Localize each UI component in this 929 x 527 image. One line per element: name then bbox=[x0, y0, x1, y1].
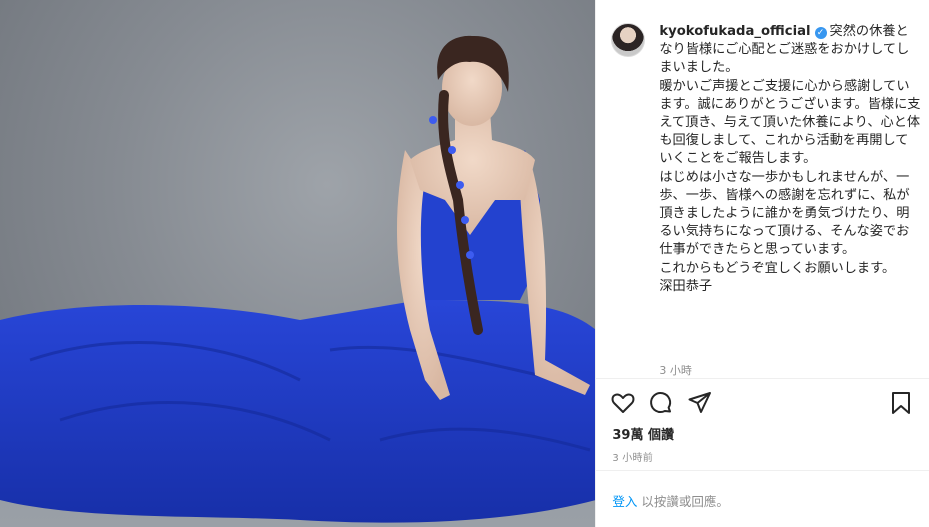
paper-plane-icon[interactable] bbox=[687, 390, 713, 416]
avatar[interactable] bbox=[611, 23, 646, 57]
divider bbox=[596, 378, 929, 379]
comment-icon[interactable] bbox=[648, 390, 674, 416]
photo-illustration bbox=[0, 35, 596, 523]
login-prompt-text: 以按讚或回應。 bbox=[637, 494, 729, 509]
instagram-post-view: kyokofukada_official ✓ 突然の休養となり皆様にご心配とご迷惑を… bbox=[0, 0, 929, 527]
caption-timestamp[interactable]: 3 小時 bbox=[659, 362, 692, 378]
bookmark-icon[interactable] bbox=[888, 390, 914, 416]
verified-badge-icon: ✓ bbox=[814, 27, 827, 39]
username-link[interactable]: kyokofukada_official bbox=[659, 24, 810, 39]
heart-icon[interactable] bbox=[610, 390, 636, 416]
post-side-panel: kyokofukada_official ✓ 突然の休養となり皆様にご心配とご迷惑を… bbox=[595, 0, 929, 527]
post-timestamp[interactable]: 3 小時前 bbox=[612, 449, 653, 464]
divider bbox=[596, 470, 929, 471]
like-count[interactable]: 39萬 個讚 bbox=[612, 424, 674, 443]
post-actions-bar bbox=[610, 390, 916, 416]
caption-area: kyokofukada_official ✓ 突然の休養となり皆様にご心配とご迷惑を… bbox=[596, 0, 929, 378]
login-prompt: 登入 以按讚或回應。 bbox=[612, 491, 729, 510]
post-photo[interactable] bbox=[0, 0, 596, 527]
caption-text: 突然の休養となり皆様にご心配とご迷惑をおかけしてしまいました。 暖かいご声援とご… bbox=[659, 24, 921, 294]
post-caption: kyokofukada_official ✓ 突然の休養となり皆様にご心配とご迷惑を… bbox=[659, 23, 921, 296]
login-link[interactable]: 登入 bbox=[612, 494, 637, 509]
